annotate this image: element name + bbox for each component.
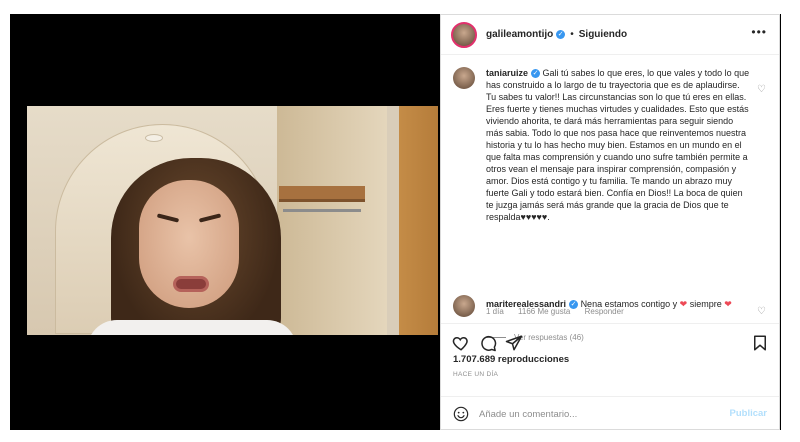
- video-door: [399, 106, 438, 335]
- post-header: galileamontijo ✓ • Siguiendo •••: [441, 15, 779, 55]
- comment-body: taniaruize ✓ Gali tú sabes lo que eres, l…: [486, 67, 751, 223]
- video-alcove: [277, 106, 387, 335]
- save-icon[interactable]: [751, 334, 769, 352]
- heart-emoji: ❤: [724, 299, 732, 309]
- like-comment-icon[interactable]: ♡: [757, 307, 767, 317]
- view-count[interactable]: 1.707.689 reproducciones: [453, 354, 569, 365]
- follow-status-button[interactable]: Siguiendo: [579, 29, 627, 40]
- author-avatar[interactable]: [451, 21, 477, 48]
- commenter-username[interactable]: taniaruize: [486, 68, 528, 78]
- commenter-username[interactable]: mariterealessandri: [486, 299, 566, 309]
- comment-text-start: Nena estamos contigo y: [580, 299, 678, 309]
- comment-body: mariterealessandri ✓ Nena estamos contigo…: [486, 298, 751, 310]
- video-ceiling-light: [145, 134, 163, 142]
- like-icon[interactable]: [452, 334, 470, 352]
- heart-emoji: ❤: [679, 299, 688, 309]
- video-player[interactable]: [27, 106, 438, 335]
- video-shelf: [279, 186, 365, 202]
- header-separator: •: [570, 29, 574, 40]
- verified-icon: ✓: [531, 69, 541, 79]
- add-comment-input[interactable]: [479, 406, 709, 423]
- video-person-shirt: [87, 320, 297, 335]
- comment-text: Gali tú sabes lo que eres, lo que vales …: [486, 68, 750, 222]
- post-side-panel: galileamontijo ✓ • Siguiendo ••• taniaru…: [440, 14, 780, 430]
- verified-icon: ✓: [569, 300, 579, 310]
- like-comment-icon[interactable]: ♡: [757, 85, 767, 95]
- post-actions-bar: [441, 323, 779, 355]
- commenter-avatar[interactable]: [453, 67, 475, 89]
- comment-text-middle: siempre: [689, 299, 722, 309]
- add-comment-bar: Publicar: [441, 396, 779, 431]
- share-icon[interactable]: [505, 334, 523, 352]
- post-timestamp: HACE UN DÍA: [453, 371, 499, 378]
- author-username[interactable]: galileamontijo: [486, 29, 553, 40]
- emoji-icon[interactable]: [453, 406, 469, 422]
- publish-button[interactable]: Publicar: [730, 408, 768, 419]
- verified-icon: ✓: [556, 30, 566, 39]
- commenter-avatar[interactable]: [453, 295, 475, 317]
- video-rod: [283, 209, 361, 212]
- video-person-mouth: [173, 276, 209, 292]
- comment-icon[interactable]: [479, 334, 497, 352]
- more-options-icon[interactable]: •••: [751, 25, 767, 39]
